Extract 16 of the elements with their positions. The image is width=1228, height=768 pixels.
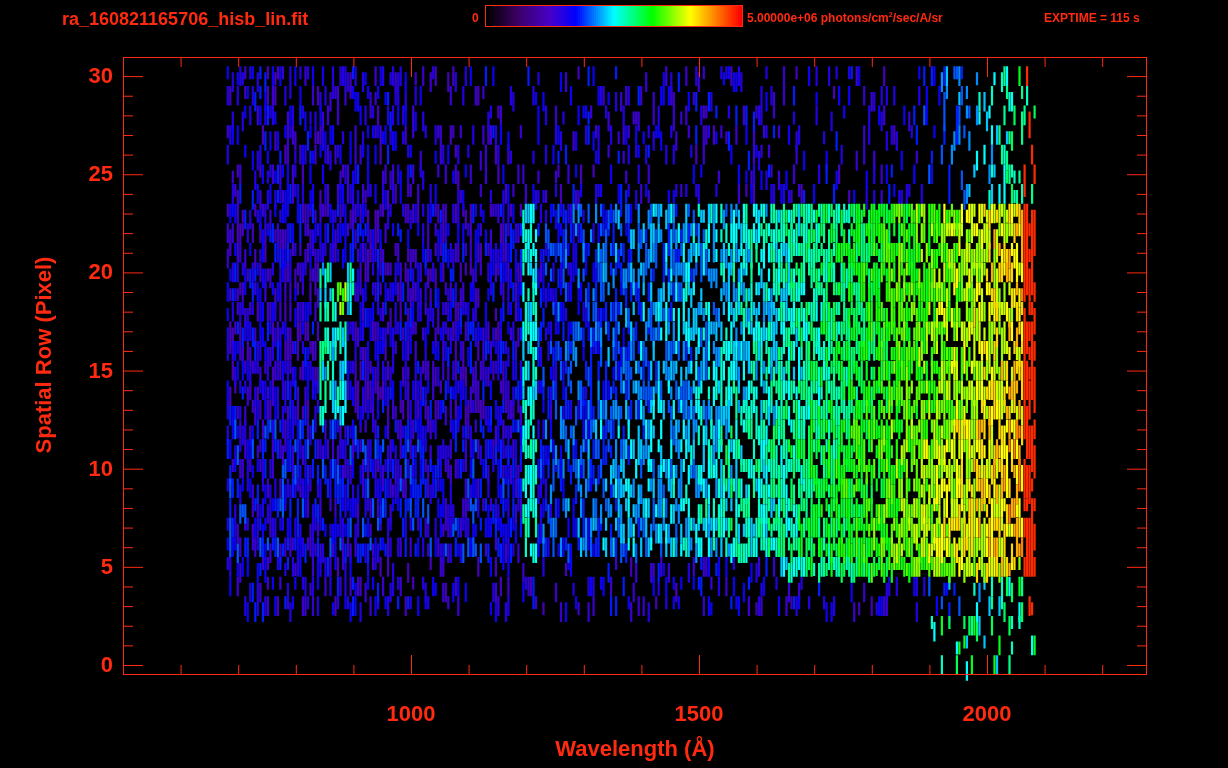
y-tick-label: 5 [100, 555, 113, 578]
y-tick-label: 25 [88, 163, 113, 186]
x-tick-label: 2000 [961, 703, 1013, 725]
colorbar-min-label: 0 [472, 12, 479, 24]
y-tick-label: 15 [88, 359, 113, 382]
x-tick-label: 1000 [385, 703, 437, 725]
x-axis-label: Wavelength (Å) [554, 738, 716, 760]
y-tick-label: 0 [100, 654, 113, 676]
x-tick-label: 1500 [673, 703, 725, 725]
colorbar-max-label: 5.00000e+06 photons/cm$^{2}$/sec/A/sr [747, 12, 943, 24]
y-axis-label: Spatial Row (Pixel) [33, 256, 55, 454]
y-tick-label: 20 [88, 261, 113, 284]
y-tick-label: 30 [88, 65, 113, 88]
y-tick-label: 10 [88, 457, 113, 480]
plot-title: ra_160821165706_hisb_lin.fit [62, 10, 309, 28]
exposure-time: EXPTIME = 115 s [1044, 12, 1140, 24]
